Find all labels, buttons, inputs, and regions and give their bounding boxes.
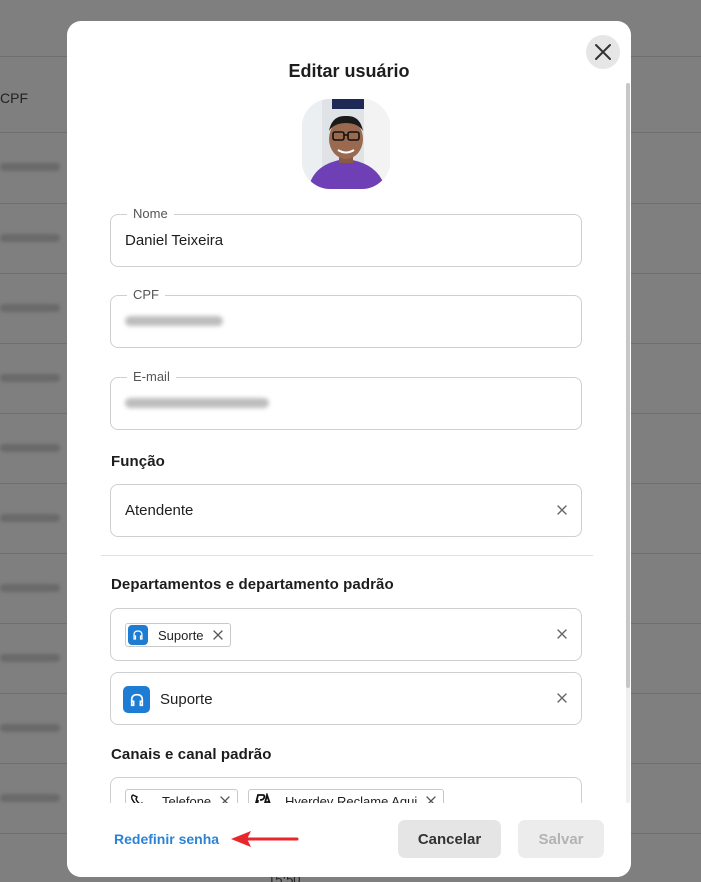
email-value-blurred[interactable]	[125, 398, 269, 408]
headset-icon	[123, 686, 150, 713]
table-cell	[0, 374, 60, 382]
channels-section-title: Canais e canal padrão	[111, 746, 272, 763]
table-cell	[0, 584, 60, 592]
default-department-select[interactable]: Suporte	[110, 672, 582, 725]
table-cell	[0, 444, 60, 452]
table-cell	[0, 794, 60, 802]
name-field[interactable]: Nome Daniel Teixeira	[110, 206, 582, 267]
role-select[interactable]: Atendente	[110, 484, 582, 537]
remove-chip-icon[interactable]	[212, 629, 224, 641]
avatar[interactable]	[302, 99, 390, 189]
background-column-cpf: CPF	[0, 90, 28, 106]
table-cell	[0, 304, 60, 312]
cancel-button[interactable]: Cancelar	[398, 820, 501, 858]
role-value: Atendente	[125, 502, 194, 519]
avatar-photo	[302, 99, 390, 189]
scrollbar-thumb[interactable]	[626, 83, 630, 688]
modal-title: Editar usuário	[288, 61, 410, 81]
cpf-field[interactable]: CPF	[110, 287, 582, 348]
email-field[interactable]: E-mail	[110, 369, 582, 430]
email-label: E-mail	[127, 369, 176, 384]
cpf-label: CPF	[127, 287, 165, 302]
name-label: Nome	[127, 206, 174, 221]
role-section-title: Função	[111, 453, 165, 470]
close-icon	[595, 44, 611, 60]
department-chip[interactable]: Suporte	[125, 623, 231, 647]
save-button[interactable]: Salvar	[518, 820, 604, 858]
section-divider	[101, 555, 593, 556]
table-cell	[0, 163, 60, 171]
table-cell	[0, 234, 60, 242]
clear-default-department-icon[interactable]	[555, 691, 569, 705]
departments-section-title: Departamentos e departamento padrão	[111, 576, 394, 593]
clear-departments-icon[interactable]	[555, 627, 569, 641]
department-chip-label: Suporte	[158, 627, 204, 643]
table-cell	[0, 514, 60, 522]
table-cell	[0, 724, 60, 732]
edit-user-modal: Editar usuário Nome Daniel Teixeira CPF …	[67, 21, 631, 877]
cpf-value-blurred[interactable]	[125, 316, 223, 326]
departments-multiselect[interactable]: Suporte	[110, 608, 582, 661]
default-department-value: Suporte	[160, 691, 213, 708]
red-arrow-annotation	[231, 831, 299, 847]
reset-password-link[interactable]: Redefinir senha	[114, 831, 219, 847]
table-cell	[0, 654, 60, 662]
headset-icon	[128, 625, 148, 645]
clear-role-icon[interactable]	[555, 503, 569, 517]
name-value[interactable]: Daniel Teixeira	[125, 232, 223, 249]
close-button[interactable]	[586, 35, 620, 69]
